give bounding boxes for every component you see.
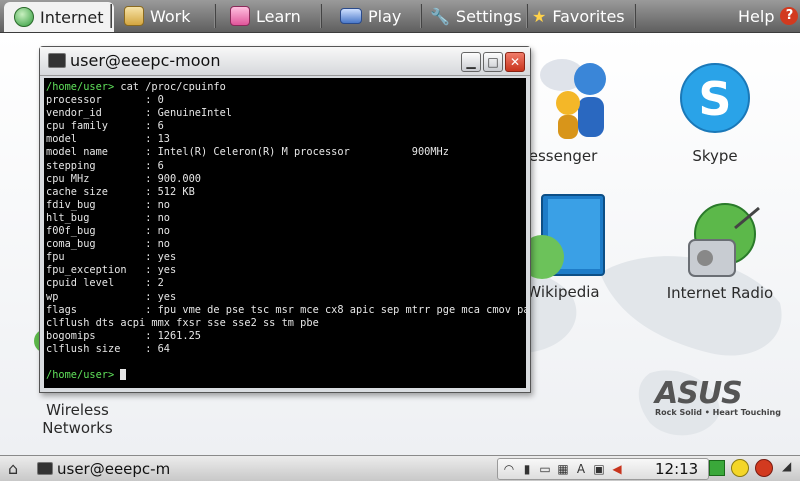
window-title: user@eeepc-moon bbox=[70, 51, 221, 70]
star-icon: ★ bbox=[532, 6, 547, 26]
tab-label: Settings bbox=[455, 6, 522, 26]
minimize-icon: ▁ bbox=[466, 55, 476, 69]
close-icon: ✕ bbox=[509, 55, 521, 69]
taskbar: ⌂ user@eeepc-m ◠ ▮ ▭ ▦ A ▣ ◀ 12:13 ◢ bbox=[0, 455, 800, 481]
tab-favorites[interactable]: ★ Favorites bbox=[532, 2, 625, 30]
tab-label: Work bbox=[150, 6, 191, 26]
maximize-icon: □ bbox=[487, 55, 499, 69]
desktop-icon-internet-radio[interactable]: Internet Radio bbox=[655, 198, 785, 302]
help-button[interactable]: Help ? bbox=[738, 2, 799, 30]
taskbar-window-label: user@eeepc-m bbox=[57, 459, 171, 478]
desktop-icon-label: Wireless Networks bbox=[42, 401, 113, 437]
home-button[interactable]: ⌂ bbox=[8, 459, 18, 478]
wifi-icon[interactable]: ◠ bbox=[502, 462, 516, 476]
top-tab-bar: Internet Work Learn Play 🔧 Settings ★ Fa… bbox=[0, 0, 800, 33]
shell-command: cat /proc/cpuinfo bbox=[114, 81, 226, 93]
brand-name: ASUS bbox=[655, 376, 743, 411]
asus-logo: ASUS Rock Solid • Heart Touching bbox=[655, 376, 781, 417]
desktop-icon-label: Skype bbox=[692, 147, 738, 165]
volume-muted-icon[interactable]: ◀ bbox=[610, 462, 624, 476]
tab-label: Favorites bbox=[552, 6, 625, 26]
display-icon[interactable]: ▣ bbox=[592, 462, 606, 476]
battery-icon[interactable]: ▮ bbox=[520, 462, 534, 476]
messenger-icon bbox=[540, 59, 606, 139]
smiley-icon[interactable] bbox=[731, 459, 749, 477]
brand-tagline: Rock Solid • Heart Touching bbox=[655, 408, 781, 417]
tab-divider bbox=[320, 4, 322, 28]
gamepad-icon bbox=[340, 8, 362, 24]
desktop-icon-label: Internet Radio bbox=[666, 284, 774, 302]
system-tray: ◠ ▮ ▭ ▦ A ▣ ◀ 12:13 bbox=[497, 458, 709, 480]
tab-work[interactable]: Work bbox=[124, 2, 191, 30]
power-icon[interactable] bbox=[755, 459, 773, 477]
terminal-icon bbox=[48, 53, 66, 68]
tab-divider bbox=[214, 4, 216, 28]
tab-label: Internet bbox=[40, 7, 104, 27]
tab-divider bbox=[634, 4, 636, 28]
taskbar-window-button[interactable]: user@eeepc-m bbox=[37, 458, 170, 479]
desktop-icon-skype[interactable]: S Skype bbox=[660, 53, 770, 165]
terminal-icon bbox=[37, 462, 53, 475]
wikipedia-icon bbox=[528, 194, 605, 279]
close-button[interactable]: ✕ bbox=[505, 52, 525, 72]
svg-text:S: S bbox=[698, 72, 731, 126]
text-cursor bbox=[120, 369, 127, 381]
tab-divider bbox=[420, 4, 422, 28]
help-label: Help bbox=[738, 6, 775, 26]
wrench-icon: 🔧 bbox=[430, 6, 450, 26]
terminal-window[interactable]: user@eeepc-moon ▁ □ ✕ /home/user> cat /p… bbox=[39, 46, 531, 393]
maximize-button[interactable]: □ bbox=[483, 52, 503, 72]
grid-icon[interactable] bbox=[709, 460, 725, 476]
skype-icon: S bbox=[680, 63, 750, 133]
tab-divider bbox=[526, 4, 528, 28]
window-titlebar[interactable]: user@eeepc-moon ▁ □ ✕ bbox=[40, 47, 530, 76]
help-icon: ? bbox=[780, 7, 799, 25]
globe-icon bbox=[14, 7, 34, 27]
radio-icon bbox=[688, 203, 760, 277]
disk-icon[interactable]: ▭ bbox=[538, 462, 552, 476]
command-output: processor : 0 vendor_id : GenuineIntel c… bbox=[46, 94, 526, 355]
minimize-button[interactable]: ▁ bbox=[461, 52, 481, 72]
shell-prompt: /home/user> bbox=[46, 81, 115, 93]
terminal-output[interactable]: /home/user> cat /proc/cpuinfo processor … bbox=[44, 78, 526, 388]
tab-divider bbox=[110, 4, 112, 28]
shell-prompt: /home/user> bbox=[46, 369, 115, 382]
tab-learn[interactable]: Learn bbox=[230, 2, 301, 30]
tab-label: Learn bbox=[256, 6, 301, 26]
tab-internet[interactable]: Internet bbox=[4, 2, 114, 32]
home-icon: ⌂ bbox=[8, 459, 19, 478]
tab-label: Play bbox=[368, 6, 402, 26]
clock: 12:13 bbox=[655, 460, 699, 478]
keyboard-icon[interactable]: ▦ bbox=[556, 462, 570, 476]
resize-grip-icon: ◢ bbox=[782, 459, 792, 473]
book-icon bbox=[230, 6, 250, 26]
tab-play[interactable]: Play bbox=[340, 2, 401, 30]
briefcase-icon bbox=[124, 6, 144, 26]
tab-settings[interactable]: 🔧 Settings bbox=[430, 2, 522, 30]
input-method-icon[interactable]: A bbox=[574, 462, 588, 476]
